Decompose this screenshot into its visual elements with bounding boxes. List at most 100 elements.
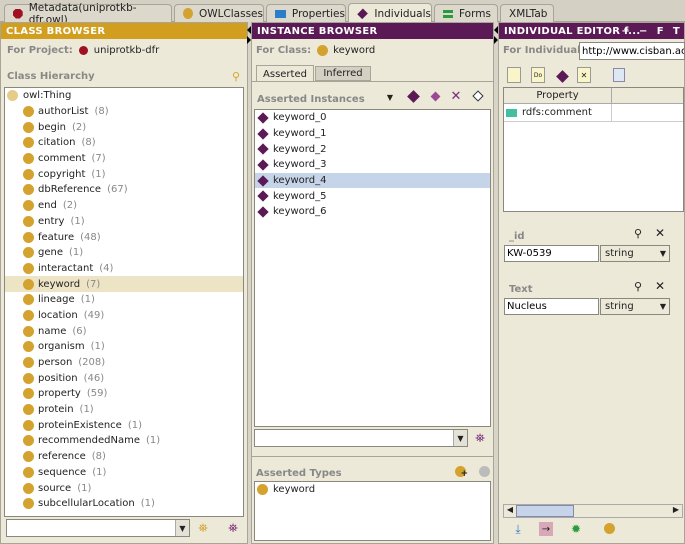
tab-forms[interactable]: Forms bbox=[434, 4, 498, 22]
scroll-left-arrow[interactable]: ◀ bbox=[504, 505, 516, 517]
column-property[interactable]: Property bbox=[504, 88, 612, 103]
instance-item[interactable]: keyword_0 bbox=[255, 110, 490, 126]
class-icon bbox=[23, 137, 34, 149]
close-icon[interactable]: ✕ bbox=[653, 226, 667, 240]
close-icon[interactable]: ✕ bbox=[653, 279, 667, 293]
add-type-icon[interactable]: + bbox=[452, 463, 468, 479]
class-tree-item[interactable]: lineage (1) bbox=[5, 292, 243, 308]
text-value-field[interactable] bbox=[504, 298, 599, 315]
metadata-icon bbox=[13, 8, 23, 19]
f-button[interactable]: F bbox=[657, 26, 664, 37]
type-item[interactable]: keyword bbox=[255, 482, 490, 498]
instance-count: (1) bbox=[127, 419, 143, 431]
class-tree-item[interactable]: property (59) bbox=[5, 386, 243, 402]
class-tree-item[interactable]: name (6) bbox=[5, 323, 243, 339]
remove-button[interactable]: − bbox=[639, 26, 648, 37]
tab-individuals[interactable]: Individuals bbox=[348, 3, 432, 23]
instance-item[interactable]: keyword_3 bbox=[255, 157, 490, 173]
delete-instance-icon[interactable]: ✕ bbox=[449, 89, 463, 104]
tab-asserted[interactable]: Asserted bbox=[256, 65, 314, 82]
class-tree-item[interactable]: dbReference (67) bbox=[5, 182, 243, 198]
arrow-right-icon[interactable]: → bbox=[539, 522, 553, 536]
columns-icon[interactable] bbox=[613, 68, 625, 82]
id-value-field[interactable] bbox=[504, 245, 599, 262]
delete-resource-icon[interactable]: ✕ bbox=[577, 67, 591, 83]
class-search-field[interactable] bbox=[7, 520, 175, 536]
class-tree-item[interactable]: feature (48) bbox=[5, 229, 243, 245]
find-class-icon[interactable]: ⚲ bbox=[229, 70, 243, 83]
class-icon bbox=[23, 482, 34, 494]
class-icon bbox=[23, 231, 34, 243]
class-tree-item[interactable]: source (1) bbox=[5, 480, 243, 496]
class-icon bbox=[23, 200, 34, 212]
find-instance-binoculars-icon[interactable]: ⛯ bbox=[472, 430, 488, 446]
instance-search-field[interactable] bbox=[255, 430, 453, 446]
class-tree-item[interactable]: location (49) bbox=[5, 308, 243, 324]
add-button[interactable]: + bbox=[621, 26, 630, 37]
class-tree-item[interactable]: protein (1) bbox=[5, 402, 243, 418]
class-name: copyright bbox=[38, 168, 86, 180]
class-tree-item[interactable]: comment (7) bbox=[5, 151, 243, 167]
class-tree-item[interactable]: position (46) bbox=[5, 370, 243, 386]
search-icon[interactable]: ⚲ bbox=[631, 279, 645, 293]
class-icon bbox=[23, 325, 34, 337]
tab-inferred[interactable]: Inferred bbox=[315, 66, 371, 81]
class-tree-item[interactable]: gene (1) bbox=[5, 245, 243, 261]
create-instance-icon[interactable] bbox=[406, 89, 420, 103]
tab-properties[interactable]: Properties bbox=[266, 4, 346, 22]
scrollbar-thumb[interactable] bbox=[516, 505, 574, 517]
class-tree-item[interactable]: proteinExistence (1) bbox=[5, 417, 243, 433]
create-individual-icon[interactable] bbox=[555, 69, 569, 83]
horizontal-scrollbar[interactable]: ◀ ▶ bbox=[503, 504, 683, 518]
instance-item[interactable]: keyword_1 bbox=[255, 126, 490, 142]
instance-search-input[interactable]: ▼ bbox=[254, 429, 468, 447]
class-tree-item[interactable]: copyright (1) bbox=[5, 166, 243, 182]
class-tree-item[interactable]: interactant (4) bbox=[5, 261, 243, 277]
instance-item[interactable]: keyword_4 bbox=[255, 172, 490, 189]
instance-count: (208) bbox=[78, 357, 106, 369]
column-value[interactable] bbox=[612, 88, 683, 103]
instance-annotation-icon[interactable] bbox=[471, 89, 485, 103]
class-tree-item[interactable]: subcellularLocation (1) bbox=[5, 496, 243, 512]
chevron-down-icon[interactable]: ▼ bbox=[453, 430, 467, 446]
class-tree-item[interactable]: end (2) bbox=[5, 198, 243, 214]
individual-uri-field[interactable] bbox=[579, 42, 685, 60]
class-tree-item[interactable]: organism (1) bbox=[5, 339, 243, 355]
search-icon[interactable]: ⚲ bbox=[631, 226, 645, 240]
text-type-select[interactable]: string ▼ bbox=[600, 298, 670, 315]
t-button[interactable]: T bbox=[673, 26, 680, 37]
tab-owlclasses[interactable]: OWLClasses bbox=[174, 4, 264, 22]
class-tree-item[interactable]: recommendedName (1) bbox=[5, 433, 243, 449]
scroll-right-arrow[interactable]: ▶ bbox=[670, 505, 682, 517]
remove-type-icon[interactable] bbox=[476, 463, 492, 479]
class-name: position bbox=[38, 372, 78, 384]
class-tree-item[interactable]: reference (8) bbox=[5, 449, 243, 465]
new-resource-icon[interactable] bbox=[507, 67, 521, 83]
menu-dropdown-icon[interactable]: ▼ bbox=[384, 91, 396, 103]
id-type-select[interactable]: string ▼ bbox=[600, 245, 670, 262]
class-tree-item[interactable]: entry (1) bbox=[5, 214, 243, 230]
instance-item[interactable]: keyword_2 bbox=[255, 141, 490, 157]
gear-icon[interactable]: ✹ bbox=[569, 522, 583, 536]
class-tree-item[interactable]: sequence (1) bbox=[5, 465, 243, 481]
tab-xmltab[interactable]: XMLTab bbox=[500, 4, 554, 22]
instance-item[interactable]: keyword_5 bbox=[255, 188, 490, 204]
new-class-icon[interactable] bbox=[601, 520, 617, 536]
class-tree-item[interactable]: citation (8) bbox=[5, 135, 243, 151]
import-icon[interactable]: ⤓ bbox=[511, 522, 525, 536]
copy-instance-icon[interactable] bbox=[428, 89, 442, 103]
chevron-down-icon[interactable]: ▼ bbox=[175, 520, 189, 536]
tree-root[interactable]: owl:Thing bbox=[5, 88, 243, 104]
class-tree-item[interactable]: begin (2) bbox=[5, 119, 243, 135]
class-search-input[interactable]: ▼ bbox=[6, 519, 190, 537]
new-doc-icon[interactable]: Do bbox=[531, 67, 545, 83]
class-tree-item[interactable]: authorList (8) bbox=[5, 104, 243, 120]
find-binoculars-icon[interactable]: ⛯ bbox=[195, 520, 211, 536]
class-tree-item[interactable]: keyword (7) bbox=[5, 276, 243, 292]
find-all-binoculars-icon[interactable]: ⛯ bbox=[225, 520, 241, 536]
instance-item[interactable]: keyword_6 bbox=[255, 204, 490, 220]
tab-metadata[interactable]: Metadata(uniprotkb-dfr.owl) bbox=[4, 2, 172, 26]
instance-count: (59) bbox=[86, 388, 108, 400]
class-tree-item[interactable]: person (208) bbox=[5, 355, 243, 371]
property-row[interactable]: rdfs:comment bbox=[504, 104, 683, 122]
